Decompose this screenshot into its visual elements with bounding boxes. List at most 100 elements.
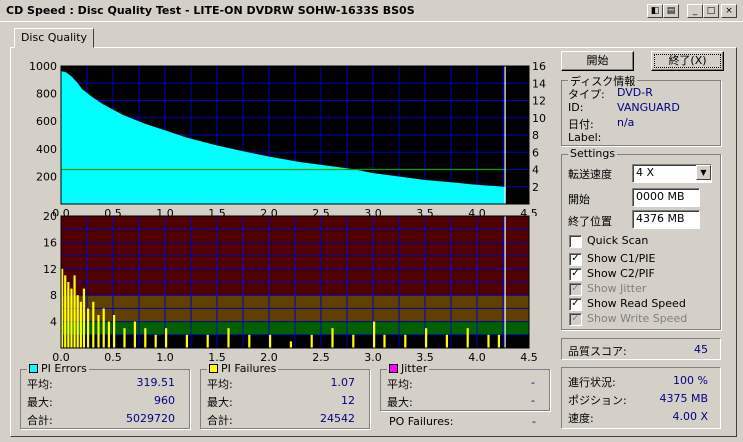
pi-failures-swatch bbox=[209, 364, 218, 373]
x-tick-label: 1.0 bbox=[156, 351, 174, 364]
pi-failures-group: PI Failures 平均: 1.07 最大: 12 合計: 24542 bbox=[200, 362, 370, 429]
disc-type-value: DVD-R bbox=[617, 86, 653, 99]
pi-failures-max-label: 最大: bbox=[207, 396, 233, 409]
chevron-down-icon[interactable]: ▼ bbox=[696, 165, 711, 180]
pi-failure-bar bbox=[76, 295, 79, 348]
jitter-avg-label: 平均: bbox=[387, 378, 413, 391]
pi-failure-bar bbox=[87, 308, 90, 348]
end-pos-label: 終了位置 bbox=[568, 215, 612, 228]
y2-tick-label: 14 bbox=[532, 77, 546, 90]
pi-failure-bar bbox=[248, 334, 251, 348]
show-c1-checkbox[interactable]: ✓ bbox=[569, 253, 582, 266]
pi-failures-chart: 0.0 0.5 1.0 1.5 2.0 2.5 3.0 3.5 4.0 4.520161284 bbox=[43, 210, 538, 364]
quick-scan-checkbox[interactable] bbox=[569, 235, 582, 248]
speed-readout-value: 4.00 X bbox=[672, 410, 708, 423]
show-jitter-label: Show Jitter bbox=[587, 282, 647, 295]
pi-failure-bar bbox=[331, 328, 334, 348]
position-value: 4375 MB bbox=[659, 392, 708, 405]
disc-label-label: Label: bbox=[568, 131, 602, 144]
pi-failure-bar bbox=[113, 315, 116, 348]
pi-errors-chart: 0.0 0.5 1.0 1.5 2.0 2.5 3.0 3.5 4.0 4.51000800600… bbox=[29, 60, 546, 216]
pi-failure-bar bbox=[310, 334, 313, 348]
pi-errors-max-label: 最大: bbox=[27, 396, 53, 409]
y2-tick-label: 16 bbox=[532, 60, 546, 73]
show-read-checkbox[interactable]: ✓ bbox=[569, 298, 582, 311]
pi-failure-bar bbox=[289, 341, 292, 348]
window-title: CD Speed : Disc Quality Test - LITE-ON D… bbox=[6, 4, 415, 17]
end-pos-input[interactable]: 4376 MB bbox=[632, 210, 700, 229]
y2-tick-label: 8 bbox=[532, 129, 539, 142]
jitter-max-label: 最大: bbox=[387, 396, 413, 409]
x-tick-label: 4.0 bbox=[468, 351, 486, 364]
x-tick-label: 0.5 bbox=[104, 351, 122, 364]
pi-failure-bar bbox=[133, 321, 136, 348]
y-tick-label: 1000 bbox=[29, 60, 57, 73]
speed-select[interactable]: 4 X ▼ bbox=[632, 164, 712, 183]
maximize-icon[interactable]: □ bbox=[703, 4, 719, 18]
y2-tick-label: 10 bbox=[532, 112, 546, 125]
quality-score-panel: 品質スコア: 45 bbox=[561, 338, 721, 360]
settings-title: Settings bbox=[568, 147, 618, 160]
jitter-title: Jitter bbox=[387, 362, 430, 375]
disc-id-label: ID: bbox=[568, 101, 584, 114]
pi-failures-avg: 1.07 bbox=[330, 376, 356, 389]
disc-date-value: n/a bbox=[617, 116, 635, 129]
pi-failure-bar bbox=[227, 328, 230, 348]
progress-label: 進行状況: bbox=[568, 376, 616, 389]
pi-errors-avg-label: 平均: bbox=[27, 378, 53, 391]
quality-score-label: 品質スコア: bbox=[568, 345, 627, 358]
show-write-label: Show Write Speed bbox=[587, 312, 688, 325]
y-tick-label: 16 bbox=[43, 236, 57, 249]
disc-info-group: ディスク情報 タイプ: DVD-R ID: VANGUARD 日付: n/a L… bbox=[561, 73, 721, 146]
quality-score-value: 45 bbox=[694, 343, 708, 356]
y2-tick-label: 6 bbox=[532, 146, 539, 159]
pi-failure-bar bbox=[97, 315, 100, 348]
jitter-swatch bbox=[389, 364, 398, 373]
progress-value: 100 % bbox=[673, 374, 708, 387]
minimize-icon[interactable]: _ bbox=[687, 4, 703, 18]
pi-failure-bar bbox=[445, 334, 448, 348]
pi-failure-bar bbox=[165, 328, 168, 348]
jitter-avg: - bbox=[531, 376, 535, 389]
pi-failure-bar bbox=[383, 334, 386, 348]
pi-failure-bar bbox=[92, 301, 95, 348]
po-failures-value: - bbox=[532, 415, 536, 428]
show-c2-checkbox[interactable]: ✓ bbox=[569, 268, 582, 281]
disc-date-label: 日付: bbox=[568, 118, 594, 131]
start-button[interactable]: 開始 bbox=[561, 51, 634, 71]
close-icon[interactable]: × bbox=[721, 4, 737, 18]
pi-failure-bar bbox=[352, 334, 355, 348]
pi-errors-title: PI Errors bbox=[27, 362, 89, 375]
x-tick-label: 2.5 bbox=[312, 351, 330, 364]
pi-errors-total-label: 合計: bbox=[27, 414, 53, 427]
position-label: ポジション: bbox=[568, 394, 627, 407]
pi-errors-group: PI Errors 平均: 319.51 最大: 960 合計: 5029720 bbox=[20, 362, 190, 429]
pi-failure-bar bbox=[373, 321, 376, 348]
pi-failure-bar bbox=[497, 334, 500, 348]
jitter-group: Jitter 平均: - 最大: - bbox=[380, 362, 550, 411]
speed-label: 転送速度 bbox=[568, 168, 612, 181]
settings-group: Settings 転送速度 4 X ▼ 開始 0000 MB 終了位置 4376… bbox=[561, 147, 721, 330]
show-write-checkbox: ✓ bbox=[569, 313, 582, 326]
show-c1-label: Show C1/PIE bbox=[587, 252, 656, 265]
log-icon[interactable]: ▤ bbox=[663, 4, 679, 18]
disc-id-value: VANGUARD bbox=[617, 101, 680, 114]
sidebar-toggle-icon[interactable]: ◧ bbox=[647, 4, 663, 18]
pi-failures-avg-label: 平均: bbox=[207, 378, 233, 391]
pi-failure-bar bbox=[67, 282, 70, 348]
pi-failure-bar bbox=[64, 275, 67, 348]
pi-failure-bar bbox=[206, 334, 209, 348]
pi-failures-total: 24542 bbox=[320, 412, 355, 425]
pi-failures-total-label: 合計: bbox=[207, 414, 233, 427]
tab-disc-quality[interactable]: Disc Quality bbox=[14, 28, 94, 48]
show-read-label: Show Read Speed bbox=[587, 297, 686, 310]
speed-select-value: 4 X bbox=[636, 166, 655, 179]
pi-failures-title: PI Failures bbox=[207, 362, 279, 375]
y2-tick-label: 12 bbox=[532, 95, 546, 108]
end-button[interactable]: 終了(X) bbox=[651, 51, 724, 71]
pi-failures-max: 12 bbox=[341, 394, 355, 407]
disc-type-label: タイプ: bbox=[568, 88, 605, 101]
start-pos-input[interactable]: 0000 MB bbox=[632, 188, 700, 207]
y2-tick-label: 4 bbox=[532, 164, 539, 177]
y-tick-label: 200 bbox=[36, 170, 57, 183]
